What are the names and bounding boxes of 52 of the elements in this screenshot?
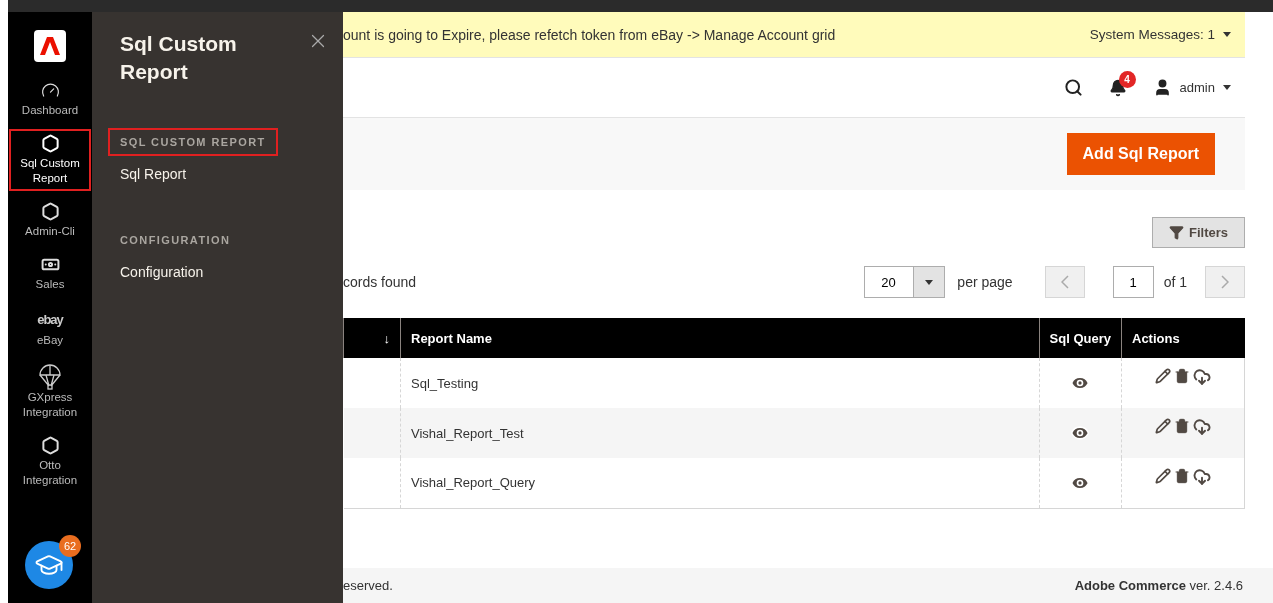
edit-icon[interactable] (1155, 467, 1171, 484)
nav-item[interactable]: Sql Custom Report (9, 129, 91, 191)
page-total: of 1 (1163, 274, 1187, 290)
version-text: Adobe Commerce ver. 2.4.6 (1074, 578, 1243, 593)
delete-icon[interactable] (1174, 418, 1190, 435)
search-icon[interactable] (1063, 78, 1083, 97)
page-field[interactable]: 1 (1112, 266, 1154, 298)
copyright-text: eserved. (343, 578, 393, 593)
hexagon-icon (40, 202, 60, 221)
edit-icon[interactable] (1155, 368, 1171, 385)
column-header[interactable]: Sql Query (1039, 318, 1122, 358)
download-icon[interactable] (1193, 368, 1211, 387)
chevron-left-icon (1060, 275, 1069, 289)
edit-icon[interactable] (1155, 418, 1171, 435)
nav-item[interactable]: Dashboard (9, 76, 91, 123)
nav-item[interactable]: GXpress Integration (9, 359, 91, 425)
chevron-right-icon (1221, 275, 1229, 289)
column-header[interactable]: ↓ (343, 318, 401, 358)
download-icon[interactable] (1193, 418, 1211, 437)
report-name-cell: Vishal_Report_Query (400, 458, 1040, 508)
delete-icon[interactable] (1174, 467, 1190, 484)
menu-link[interactable]: Sql Report (108, 156, 329, 192)
column-header[interactable]: Report Name (400, 318, 1040, 358)
filters-button[interactable]: Filters (1152, 217, 1245, 248)
ebay-logo: ebay (37, 312, 63, 327)
menu-link[interactable]: Configuration (108, 254, 329, 290)
add-report-button[interactable]: Add Sql Report (1066, 133, 1215, 175)
column-header[interactable]: Actions (1121, 318, 1245, 358)
count-badge: 4 (1118, 70, 1136, 88)
view-icon[interactable] (1070, 423, 1091, 443)
nav-item[interactable]: Sales (9, 250, 91, 297)
system-messages-toggle[interactable]: System Messages: 1 (1089, 27, 1231, 42)
filter-icon (1169, 225, 1184, 240)
per-page-select[interactable]: 20 (864, 266, 946, 298)
user-menu[interactable]: admin (1152, 78, 1231, 97)
parachute-icon (38, 364, 62, 390)
nav-item[interactable]: Admin-Cli (9, 197, 91, 244)
count-badge: 62 (59, 535, 81, 557)
hexagon-icon (40, 436, 60, 455)
records-count: cords found (343, 274, 417, 290)
section-heading: SQL CUSTOM REPORT (108, 128, 278, 156)
flyout-title: Sql Custom Report (120, 31, 238, 85)
gauge-icon (40, 81, 60, 100)
delete-icon[interactable] (1174, 368, 1190, 385)
per-page-label: per page (957, 274, 1013, 290)
logo[interactable] (34, 30, 66, 62)
nav-item[interactable]: ebay eBay (9, 303, 91, 353)
nav-item[interactable]: Otto Integration (9, 431, 91, 493)
download-icon[interactable] (1193, 467, 1211, 486)
message-text: ount is going to Expire, please refetch token from eBay -> Manage Account grid (343, 26, 836, 43)
section-heading: CONFIGURATION (119, 233, 232, 248)
hexagon-icon (40, 134, 60, 153)
